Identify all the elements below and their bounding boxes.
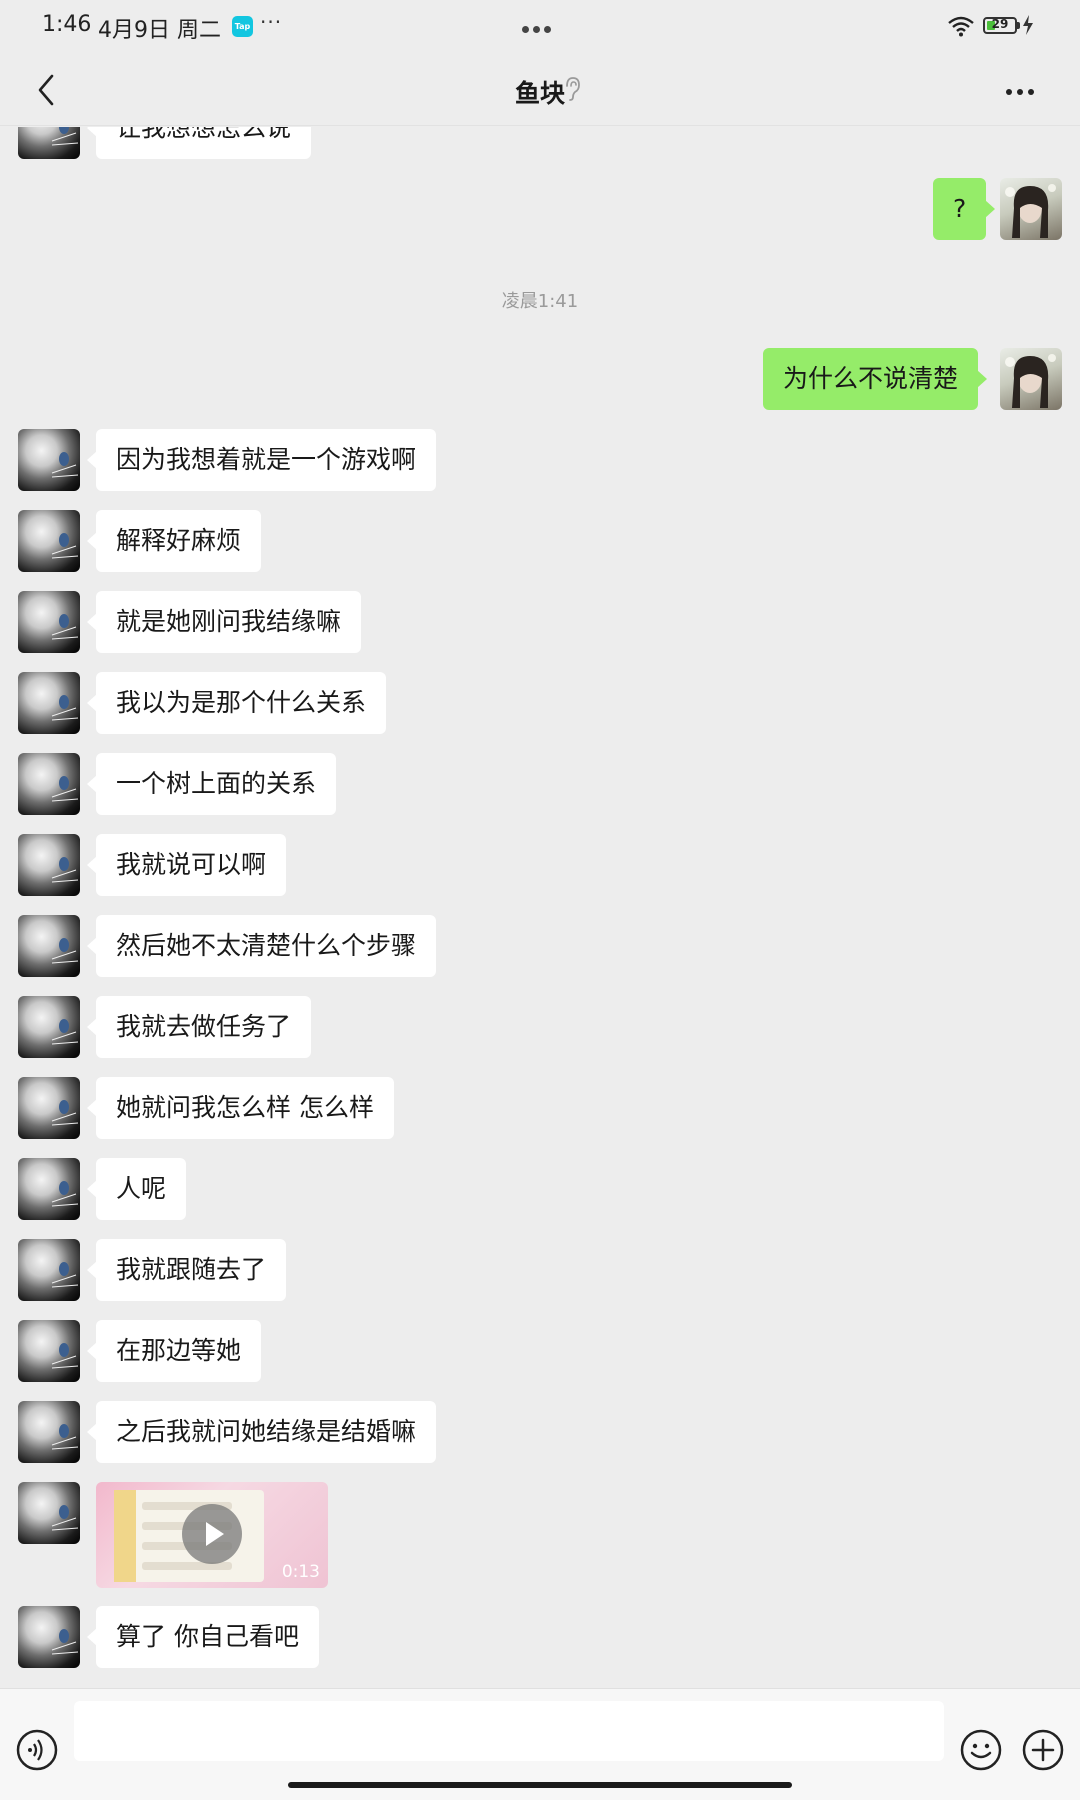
message-bubble[interactable]: 我就说可以啊: [86, 834, 287, 896]
message-bubble[interactable]: 在那边等她: [86, 1320, 262, 1382]
contact-avatar[interactable]: [18, 672, 80, 734]
message-bubble[interactable]: 算了 你自己看吧: [87, 1606, 319, 1668]
video-duration: 0:13: [281, 1562, 320, 1582]
message-bubble[interactable]: 就是她刚问我结缘嘛: [86, 591, 362, 653]
contact-avatar[interactable]: [18, 753, 80, 815]
chat-more-options-icon[interactable]: [1006, 80, 1040, 95]
video-message[interactable]: 0:13: [96, 1482, 328, 1588]
chat-screen: 1:46 4月9日 周二 Tap ··· 29 鱼块 让我想想怎么说 ? 凌晨1…: [0, 0, 1080, 1800]
message-bubble[interactable]: 之后我就问她结缘是结婚嘛: [86, 1401, 437, 1463]
status-bar: 1:46 4月9日 周二 Tap ··· 29: [0, 0, 1080, 54]
play-icon[interactable]: [182, 1504, 242, 1564]
battery-level: 29: [991, 17, 1009, 31]
message-list[interactable]: 让我想想怎么说 ? 凌晨1:41 为什么不说清楚 因为我想着就是一个游戏啊 解释…: [0, 127, 1080, 1687]
message-bubble[interactable]: ?: [933, 178, 996, 240]
status-time: 1:46: [42, 12, 92, 37]
contact-avatar[interactable]: [18, 429, 80, 491]
charging-bolt-icon: [1023, 15, 1033, 35]
message-bubble[interactable]: 她就问我怎么样 怎么样: [87, 1077, 394, 1139]
message-bubble[interactable]: 我以为是那个什么关系: [86, 672, 387, 734]
contact-avatar[interactable]: [18, 915, 80, 977]
timestamp-separator: 凌晨1:41: [501, 291, 579, 312]
message-bubble[interactable]: 我就去做任务了: [86, 996, 312, 1058]
contact-avatar[interactable]: [18, 591, 80, 653]
contact-avatar[interactable]: [18, 834, 80, 896]
video-thumbnail-sidebar: [114, 1490, 136, 1582]
status-date: 4月9日 周二: [98, 18, 221, 43]
contact-avatar[interactable]: [18, 1077, 80, 1139]
message-bubble[interactable]: 然后她不太清楚什么个步骤: [86, 915, 437, 977]
plus-icon[interactable]: [1022, 1729, 1064, 1771]
wifi-icon: [948, 16, 974, 37]
status-more-notifications: ···: [260, 10, 283, 34]
earpiece-mode-icon: [566, 77, 580, 101]
message-bubble[interactable]: 我就跟随去了: [86, 1239, 287, 1301]
battery-cap: [1017, 22, 1020, 29]
contact-avatar[interactable]: [18, 996, 80, 1058]
contact-avatar[interactable]: [18, 1239, 80, 1301]
battery-icon: 29: [983, 17, 1017, 34]
my-avatar[interactable]: [1000, 348, 1062, 410]
contact-avatar[interactable]: [18, 1158, 80, 1220]
home-indicator[interactable]: [288, 1782, 792, 1788]
message-bubble[interactable]: 让我想想怎么说: [86, 127, 312, 159]
my-avatar[interactable]: [1000, 178, 1062, 240]
contact-avatar[interactable]: [18, 1482, 80, 1544]
message-bubble[interactable]: 为什么不说清楚: [763, 348, 988, 410]
contact-avatar[interactable]: [18, 1606, 80, 1668]
message-bubble[interactable]: 解释好麻烦: [86, 510, 262, 572]
message-bubble[interactable]: 一个树上面的关系: [86, 753, 337, 815]
contact-avatar[interactable]: [18, 1320, 80, 1382]
contact-avatar[interactable]: [18, 510, 80, 572]
message-input[interactable]: [74, 1701, 944, 1761]
emoji-icon[interactable]: [960, 1729, 1002, 1771]
message-bubble[interactable]: 人呢: [86, 1158, 187, 1220]
chat-title[interactable]: 鱼块: [0, 74, 1080, 110]
taptap-app-icon: Tap: [232, 16, 253, 37]
voice-input-icon[interactable]: [16, 1729, 58, 1771]
contact-avatar[interactable]: [18, 1401, 80, 1463]
multitask-dots-icon[interactable]: [522, 18, 558, 33]
contact-avatar[interactable]: [18, 127, 80, 159]
chat-header: 鱼块: [0, 54, 1080, 126]
message-bubble[interactable]: 因为我想着就是一个游戏啊: [86, 429, 437, 491]
